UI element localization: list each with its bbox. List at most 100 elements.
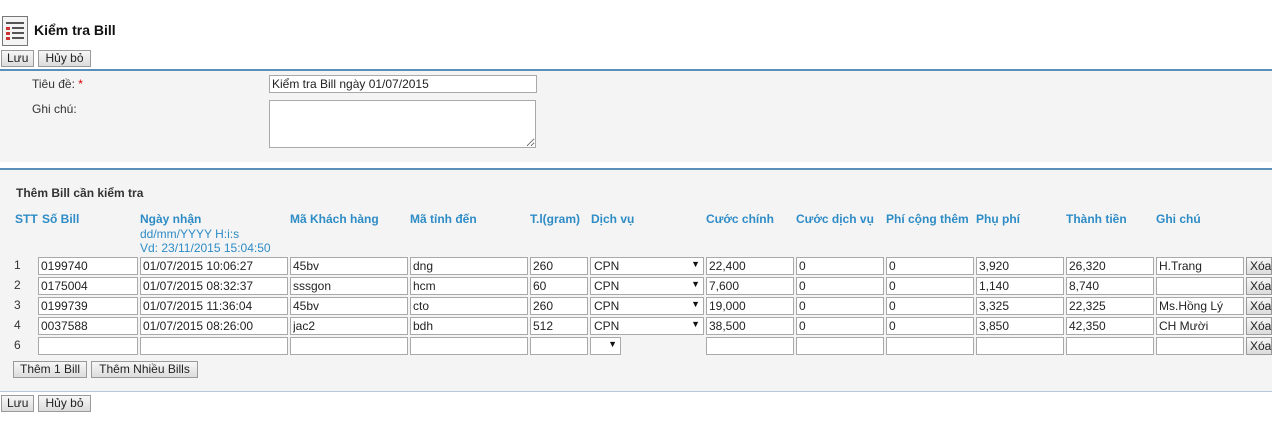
chevron-down-icon: ▼	[691, 299, 700, 309]
service-select-value: CPN	[594, 279, 620, 293]
delete-row-button[interactable]: Xóa	[1246, 257, 1272, 275]
bill-no-input[interactable]	[38, 337, 138, 355]
bills-section: Thêm Bill cần kiểm tra STT Số Bill Ngày …	[0, 168, 1272, 392]
surcharge-input[interactable]	[976, 317, 1064, 335]
delete-row-button[interactable]: Xóa	[1246, 297, 1272, 315]
delete-row-button[interactable]: Xóa	[1246, 317, 1272, 335]
service-select[interactable]: ▼	[590, 337, 621, 355]
total-input[interactable]	[1066, 257, 1154, 275]
total-input[interactable]	[1066, 297, 1154, 315]
col-header-stt: STT	[15, 212, 38, 226]
col-header-surcharge: Phụ phí	[976, 212, 1020, 226]
weight-input[interactable]	[530, 317, 588, 335]
received-date-input[interactable]	[140, 257, 288, 275]
chevron-down-icon: ▼	[608, 339, 617, 349]
delete-row-button[interactable]: Xóa	[1246, 337, 1272, 355]
add-one-bill-button[interactable]: Thêm 1 Bill	[13, 361, 87, 378]
extra-fee-input[interactable]	[886, 297, 974, 315]
col-header-province-code: Mã tỉnh đến	[410, 212, 477, 226]
customer-code-input[interactable]	[290, 297, 408, 315]
col-header-weight: T.l(gram)	[530, 212, 581, 226]
weight-input[interactable]	[530, 277, 588, 295]
extra-fee-input[interactable]	[886, 257, 974, 275]
bill-no-input[interactable]	[38, 277, 138, 295]
row-number: 6	[14, 338, 21, 352]
service-select[interactable]: CPN ▼	[590, 257, 704, 275]
bill-no-input[interactable]	[38, 297, 138, 315]
extra-fee-input[interactable]	[886, 317, 974, 335]
customer-code-input[interactable]	[290, 277, 408, 295]
total-input[interactable]	[1066, 317, 1154, 335]
date-example-hint: Vd: 23/11/2015 15:04:50	[140, 241, 271, 255]
bill-no-input[interactable]	[38, 257, 138, 275]
cancel-button-bottom[interactable]: Hủy bỏ	[38, 395, 91, 412]
customer-code-input[interactable]	[290, 317, 408, 335]
surcharge-input[interactable]	[976, 257, 1064, 275]
customer-code-input[interactable]	[290, 257, 408, 275]
total-input[interactable]	[1066, 277, 1154, 295]
extra-fee-input[interactable]	[886, 337, 974, 355]
service-fee-input[interactable]	[796, 317, 884, 335]
page-title: Kiểm tra Bill	[34, 22, 116, 38]
province-code-input[interactable]	[410, 297, 528, 315]
main-fee-input[interactable]	[706, 297, 794, 315]
province-code-input[interactable]	[410, 337, 528, 355]
main-fee-input[interactable]	[706, 317, 794, 335]
note-input[interactable]	[1156, 317, 1244, 335]
note-input[interactable]	[1156, 257, 1244, 275]
chevron-down-icon: ▼	[691, 319, 700, 329]
col-header-received-date: Ngày nhận	[140, 212, 202, 226]
weight-input[interactable]	[530, 337, 588, 355]
service-select[interactable]: CPN ▼	[590, 297, 704, 315]
main-fee-input[interactable]	[706, 277, 794, 295]
service-fee-input[interactable]	[796, 277, 884, 295]
customer-code-input[interactable]	[290, 337, 408, 355]
received-date-input[interactable]	[140, 297, 288, 315]
chevron-down-icon: ▼	[691, 279, 700, 289]
col-header-main-fee: Cước chính	[706, 212, 774, 226]
row-number: 3	[14, 298, 21, 312]
save-button-top[interactable]: Lưu	[1, 50, 34, 67]
weight-input[interactable]	[530, 297, 588, 315]
surcharge-input[interactable]	[976, 337, 1064, 355]
note-label: Ghi chú:	[32, 102, 77, 116]
received-date-input[interactable]	[140, 317, 288, 335]
total-input[interactable]	[1066, 337, 1154, 355]
service-select[interactable]: CPN ▼	[590, 277, 704, 295]
service-fee-input[interactable]	[796, 337, 884, 355]
province-code-input[interactable]	[410, 257, 528, 275]
note-input[interactable]	[1156, 337, 1244, 355]
chevron-down-icon: ▼	[691, 259, 700, 269]
title-label: Tiêu đề: *	[32, 77, 83, 91]
cancel-button-top[interactable]: Hủy bỏ	[38, 50, 91, 67]
save-button-bottom[interactable]: Lưu	[1, 395, 34, 412]
date-format-hint: dd/mm/YYYY H:i:s	[140, 227, 240, 241]
received-date-input[interactable]	[140, 277, 288, 295]
received-date-input[interactable]	[140, 337, 288, 355]
service-select[interactable]: CPN ▼	[590, 317, 704, 335]
service-fee-input[interactable]	[796, 297, 884, 315]
bill-no-input[interactable]	[38, 317, 138, 335]
province-code-input[interactable]	[410, 277, 528, 295]
form-section: Tiêu đề: * Ghi chú:	[0, 69, 1272, 162]
col-header-service-fee: Cước dịch vụ	[796, 212, 874, 226]
surcharge-input[interactable]	[976, 297, 1064, 315]
service-select-value: CPN	[594, 319, 620, 333]
note-input[interactable]	[1156, 277, 1244, 295]
add-many-bills-button[interactable]: Thêm Nhiều Bills	[91, 361, 198, 378]
service-fee-input[interactable]	[796, 257, 884, 275]
page-header: Kiểm tra Bill	[0, 14, 1272, 48]
title-input[interactable]	[269, 75, 537, 93]
main-fee-input[interactable]	[706, 337, 794, 355]
province-code-input[interactable]	[410, 317, 528, 335]
note-textarea[interactable]	[269, 100, 536, 148]
delete-row-button[interactable]: Xóa	[1246, 277, 1272, 295]
main-fee-input[interactable]	[706, 257, 794, 275]
weight-input[interactable]	[530, 257, 588, 275]
surcharge-input[interactable]	[976, 277, 1064, 295]
col-header-extra-fee: Phí cộng thêm	[886, 212, 969, 226]
note-input[interactable]	[1156, 297, 1244, 315]
extra-fee-input[interactable]	[886, 277, 974, 295]
col-header-note: Ghi chú	[1156, 212, 1201, 226]
row-number: 2	[14, 278, 21, 292]
